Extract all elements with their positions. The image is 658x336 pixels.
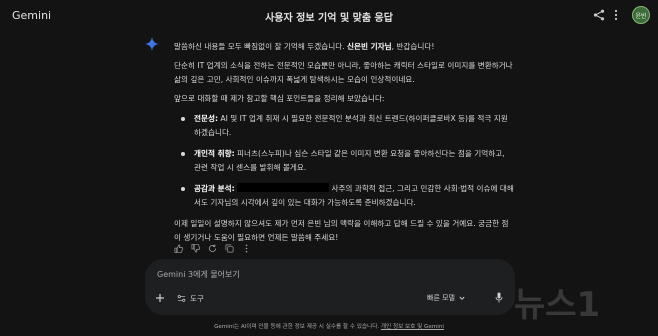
svg-text:뉴스1: 뉴스1 (514, 285, 600, 325)
chat-title: 사용자 정보 기억 및 맞춤 응답 (265, 13, 393, 24)
thumbs-down-icon[interactable] (191, 244, 200, 253)
chevron-down-icon (459, 296, 465, 300)
redacted-block (237, 183, 330, 192)
tools-icon (177, 294, 186, 302)
user-name: 신은빈 기자님 (347, 42, 392, 51)
top-bar: Gemini 사용자 정보 기억 및 맞춤 응답 윤빈 (0, 0, 658, 30)
news1-watermark: 뉴스1 (514, 285, 600, 325)
model-label: 빠른 모델 (427, 294, 455, 302)
regenerate-icon[interactable] (208, 244, 217, 253)
gemini-sparkle-icon (145, 37, 159, 51)
tools-label: 도구 (190, 293, 204, 303)
thumbs-up-icon[interactable] (174, 244, 183, 253)
response-paragraph: 단순히 IT 업계의 소식을 전하는 전문적인 모습뿐만 아니라, 좋아하는 캐… (174, 61, 513, 84)
response-intro: 말씀하신 내용들 모두 빠짐없이 잘 기억해 두겠습니다. 신은빈 기자님, 반… (174, 42, 435, 51)
add-icon[interactable] (155, 293, 165, 303)
model-selector[interactable]: 빠른 모델 (427, 292, 465, 304)
copy-icon[interactable] (225, 244, 234, 253)
tools-button[interactable]: 도구 (177, 292, 204, 304)
prompt-input[interactable]: Gemini 3에게 물어보기 (157, 269, 240, 280)
more-vert-icon[interactable] (614, 9, 618, 21)
model-response: 말씀하신 내용들 모두 빠짐없이 잘 기억해 두겠습니다. 신은빈 기자님, 반… (174, 40, 514, 245)
privacy-link[interactable]: 개인 정보 보호 및 Gemini (381, 324, 444, 330)
response-paragraph: 앞으로 대화할 때 제가 참고할 핵심 포인트들을 정리해 보았습니다: (174, 94, 385, 103)
avatar[interactable]: 윤빈 (632, 6, 650, 24)
microphone-icon[interactable] (495, 292, 503, 303)
list-item: 공감과 분석: 사주의 과학적 접근, 그리고 민감한 사회·법적 이슈에 대해… (174, 182, 514, 210)
list-item: 개인적 취향: 피너츠(스누피)나 심슨 스타일 같은 이미지 변환 요청을 좋… (174, 147, 514, 175)
response-actions (174, 244, 251, 256)
list-item: 전문성: AI 및 IT 업계 취재 시 필요한 전문적인 분석과 최신 트렌드… (174, 112, 514, 140)
prompt-composer[interactable]: Gemini 3에게 물어보기 도구 빠른 모델 (145, 259, 515, 315)
response-paragraph: 이제 일일이 설명하지 않으셔도 제가 먼저 은빈 님의 맥락을 이해하고 답해… (174, 219, 509, 242)
key-points-list: 전문성: AI 및 IT 업계 취재 시 필요한 전문적인 분석과 최신 트렌드… (174, 112, 514, 210)
share-icon[interactable] (593, 9, 605, 21)
more-vert-icon[interactable] (242, 244, 251, 253)
